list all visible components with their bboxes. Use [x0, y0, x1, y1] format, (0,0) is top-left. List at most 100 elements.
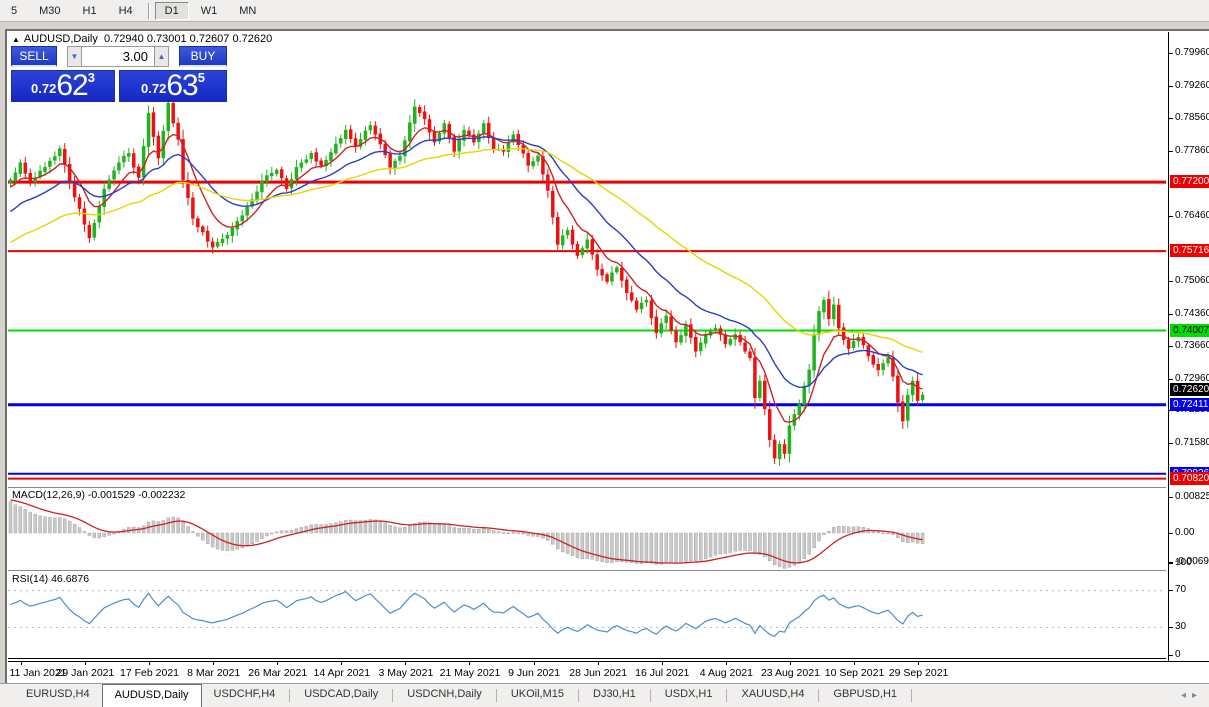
tabs-scroll-right-icon[interactable]: ▸: [1192, 690, 1203, 701]
time-axis-label: 4 Aug 2021: [699, 667, 753, 679]
time-axis-tick: [790, 662, 791, 665]
buy-price-quote[interactable]: 0.72 63 5: [119, 70, 227, 102]
sell-price-prefix: 0.72: [31, 81, 57, 96]
axis-price-tick: 0.00: [1175, 527, 1195, 538]
axis-tick-mark: [1169, 118, 1173, 119]
time-axis-label: 3 May 2021: [378, 667, 434, 679]
price-line-label: 0.75716: [1170, 244, 1209, 257]
volume-input[interactable]: 3.00: [82, 46, 154, 67]
buy-price-sup: 5: [197, 70, 205, 85]
axis-tick-mark: [1169, 379, 1173, 380]
time-axis-label: 9 Jun 2021: [508, 667, 561, 679]
chart-tab-usdx[interactable]: USDX,H1: [653, 684, 725, 707]
time-axis-tick: [85, 662, 86, 665]
axis-tick-mark: [1169, 533, 1173, 534]
tab-divider: [289, 689, 291, 702]
chart-tab-audusd[interactable]: AUDUSD,Daily: [101, 684, 202, 707]
time-axis-tick: [534, 662, 535, 665]
timeframe-button-w1[interactable]: W1: [191, 2, 228, 20]
collapse-indicator-icon[interactable]: ▲: [12, 35, 20, 44]
chart-window: ▲ AUDUSD,Daily 0.72940 0.73001 0.72607 0.…: [5, 29, 1209, 683]
time-axis-tick: [277, 662, 278, 665]
time-axis-tick: [598, 662, 599, 665]
time-axis-tick: [213, 662, 214, 665]
axis-tick-mark: [1169, 655, 1173, 656]
chart-symbol: AUDUSD,Daily: [23, 33, 98, 45]
timeframe-button-mn[interactable]: MN: [229, 2, 266, 20]
time-axis-tick: [726, 662, 727, 665]
time-axis-label: 29 Sep 2021: [888, 667, 949, 679]
axis-price-tick: 100: [1175, 557, 1192, 568]
time-axis-tick: [341, 662, 342, 665]
time-axis-label: 26 Mar 2021: [248, 667, 308, 679]
price-axis[interactable]: 0.79960 0.79260 0.78560 0.77860 0.76460 0.750…: [1168, 32, 1209, 661]
time-axis-label: 8 Mar 2021: [187, 667, 241, 679]
chart-tab-usdcnh[interactable]: USDCNH,Daily: [395, 684, 494, 707]
chart-tab-ukoil[interactable]: UKOil,M15: [499, 684, 576, 707]
axis-tick-mark: [1169, 86, 1173, 87]
chart-tab-usdcad[interactable]: USDCAD,Daily: [292, 684, 390, 707]
sell-button[interactable]: SELL: [11, 46, 57, 67]
chart-canvas[interactable]: [8, 32, 1166, 660]
timeframe-button-h1[interactable]: H1: [73, 2, 107, 20]
axis-price-tick: 0.76460: [1175, 210, 1209, 221]
axis-tick-mark: [1169, 563, 1173, 564]
chart-tab-eurusd[interactable]: EURUSD,H4: [14, 684, 102, 707]
buy-price-prefix: 0.72: [141, 81, 167, 96]
chart-tab-xauusd[interactable]: XAUUSD,H4: [729, 684, 816, 707]
time-axis-tick: [149, 662, 150, 665]
time-axis-tick: [469, 662, 470, 665]
axis-tick-mark: [1169, 443, 1173, 444]
time-axis[interactable]: 11 Jan 2021 29 Jan 2021 17 Feb 2021 8 Mar 2…: [8, 661, 1209, 683]
one-click-trading-panel: SELL ▼ 3.00 ▲ BUY 0.72 62 3 0.72 63 5: [11, 46, 227, 102]
tab-divider: [818, 689, 820, 702]
axis-tick-mark: [1169, 151, 1173, 152]
timeframe-button-h4[interactable]: H4: [109, 2, 143, 20]
axis-price-tick: 0.71580: [1175, 437, 1209, 448]
axis-price-tick: 70: [1175, 584, 1187, 595]
chevron-down-icon: ▼: [70, 52, 79, 61]
time-axis-tick: [21, 662, 22, 665]
chart-tab-usdchf[interactable]: USDCHF,H4: [202, 684, 288, 707]
axis-price-tick: 0.74360: [1175, 308, 1209, 319]
macd-label: MACD(12,26,9) -0.001529 -0.002232: [12, 489, 186, 501]
tab-divider: [578, 689, 579, 702]
chart-tab-bar: EURUSD,H4 AUDUSD,Daily USDCHF,H4 USDCAD,Dai…: [0, 683, 1209, 707]
axis-tick-mark: [1169, 346, 1173, 347]
sell-price-sup: 3: [87, 70, 95, 85]
axis-price-tick: 0.73660: [1175, 340, 1209, 351]
time-axis-tick: [662, 662, 663, 665]
price-line-label: 0.77200: [1170, 175, 1209, 188]
tab-divider: [392, 689, 394, 702]
buy-button[interactable]: BUY: [179, 46, 227, 67]
volume-decrease-button[interactable]: ▼: [67, 46, 82, 67]
axis-tick-mark: [1169, 627, 1173, 628]
tab-divider: [649, 689, 651, 702]
axis-price-tick: 30: [1175, 621, 1187, 632]
time-axis-label: 14 Apr 2021: [313, 667, 371, 679]
current-price-label: 0.72620: [1170, 383, 1209, 396]
timeframe-button-5[interactable]: 5: [1, 2, 27, 20]
price-line-label: 0.72411: [1170, 398, 1209, 411]
sell-price-big: 62: [56, 69, 88, 102]
tabs-scroll-left-icon[interactable]: ◂: [1181, 690, 1192, 701]
timeframe-button-m30[interactable]: M30: [29, 2, 70, 20]
time-axis-label: 29 Jan 2021: [56, 667, 115, 679]
axis-price-tick: 0.79960: [1175, 47, 1209, 58]
tab-scroll-arrows[interactable]: ◂▸: [1181, 690, 1203, 701]
time-axis-label: 16 Jul 2021: [635, 667, 690, 679]
time-axis-label: 17 Feb 2021: [120, 667, 180, 679]
timeframe-button-d1[interactable]: D1: [154, 1, 189, 20]
chart-tab-gbpusd[interactable]: GBPUSD,H1: [821, 684, 909, 707]
price-line-label: 0.74007: [1170, 324, 1209, 337]
axis-price-tick: 0.008253: [1175, 491, 1209, 502]
volume-increase-button[interactable]: ▲: [154, 46, 169, 67]
sell-price-quote[interactable]: 0.72 62 3: [11, 70, 115, 102]
chart-tab-dj30[interactable]: DJ30,H1: [581, 684, 648, 707]
chevron-up-icon: ▲: [157, 52, 166, 61]
price-line-label: 0.70820: [1170, 472, 1209, 485]
axis-price-tick: 0.78560: [1175, 112, 1209, 123]
axis-tick-mark: [1169, 281, 1173, 282]
